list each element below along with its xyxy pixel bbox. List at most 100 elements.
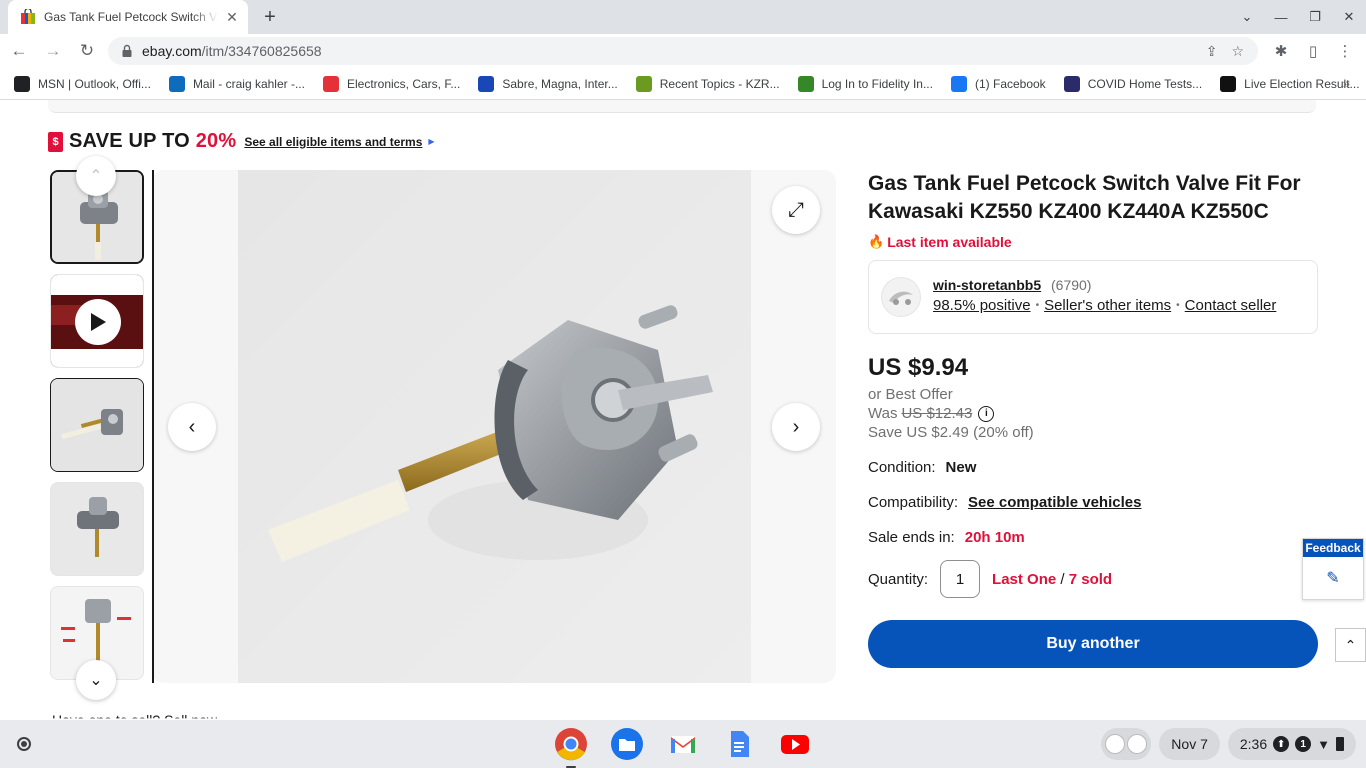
main-product-image[interactable]: ⤢ ‹ › (152, 170, 836, 683)
more-bookmarks-icon[interactable]: » (1343, 76, 1350, 91)
wifi-icon: ▼ (1317, 736, 1330, 752)
feedback-edit-icon: ✎ (1326, 570, 1340, 587)
bookmark-item[interactable]: Log In to Fidelity In... (797, 75, 933, 92)
thumbnail-rail: ⌃ ⌄ (48, 156, 146, 700)
ebay-icon (322, 75, 339, 92)
lock-icon (122, 44, 132, 57)
reload-icon[interactable]: ↻ (72, 36, 102, 66)
sold-count: 7 sold (1068, 570, 1113, 588)
bookmark-star-icon[interactable]: ☆ (1231, 43, 1244, 60)
chrome-icon[interactable] (553, 726, 589, 768)
address-bar[interactable]: ebay.com/itm/334760825658 ⇪ ☆ (108, 37, 1258, 65)
bookmark-label: Sabre, Magna, Inter... (502, 76, 618, 91)
window-controls: ⌄ — ❐ ✕ (1230, 0, 1366, 34)
thumbnail-3[interactable] (50, 378, 144, 472)
compatibility-row: Compatibility: See compatible vehicles (868, 494, 1318, 511)
files-icon[interactable] (609, 726, 645, 762)
tab-close-icon[interactable]: ✕ (224, 9, 240, 25)
petcock-front-thumbnail-icon (51, 483, 143, 575)
tab-title: Gas Tank Fuel Petcock Switch Valve Fit F… (44, 10, 218, 24)
url-path: /itm/334760825658 (201, 43, 322, 59)
buy-another-button[interactable]: Buy another (868, 620, 1318, 668)
extensions-icon[interactable]: ✱ (1270, 40, 1292, 62)
pinned-apps (553, 726, 813, 768)
thumbnail-4[interactable] (50, 482, 144, 576)
savings-text: Save US $2.49 (20% off) (868, 424, 1034, 441)
expand-image-icon[interactable]: ⤢ (772, 186, 820, 234)
bookmark-item[interactable]: Mail - craig kahler -... (168, 75, 305, 92)
seller-links: 98.5% positive • Seller's other items • … (933, 297, 1276, 314)
thumbnail-video[interactable] (50, 274, 144, 368)
outlook-icon (168, 75, 185, 92)
forward-icon[interactable]: → (38, 36, 68, 66)
feedback-widget[interactable]: Feedback ✎ (1302, 538, 1364, 600)
date-pill[interactable]: Nov 7 (1159, 728, 1220, 760)
bookmark-item[interactable]: Electronics, Cars, F... (322, 75, 461, 92)
contact-seller-link[interactable]: Contact seller (1185, 297, 1277, 314)
bookmark-item[interactable]: Recent Topics - KZR... (635, 75, 780, 92)
bookmark-label: (1) Facebook (974, 76, 1046, 91)
gmail-icon[interactable] (665, 726, 701, 762)
bookmark-label: Recent Topics - KZR... (659, 76, 780, 91)
image-viewer-divider (152, 170, 154, 683)
docs-icon[interactable] (721, 726, 757, 762)
urgency-message: 🔥 Last item available (868, 234, 1318, 250)
separator-dot: • (1035, 300, 1040, 311)
bookmark-label: Electronics, Cars, F... (346, 76, 461, 91)
seller-avatar[interactable] (881, 277, 921, 317)
msn-icon (14, 75, 30, 92)
update-icon: ⬆ (1273, 736, 1290, 752)
was-price-row: Was US $12.43 i (868, 405, 1318, 422)
new-tab-icon[interactable]: + (258, 5, 282, 29)
minimize-icon[interactable]: — (1264, 0, 1298, 34)
back-to-top-icon[interactable]: ⌃ (1335, 628, 1366, 662)
compatible-vehicles-link[interactable]: See compatible vehicles (968, 494, 1141, 511)
sale-ends-row: Sale ends in: 20h 10m (868, 529, 1318, 546)
petcock-product-photo (238, 170, 751, 683)
menu-icon[interactable]: ⋮ (1334, 40, 1356, 62)
bookmark-item[interactable]: Sabre, Magna, Inter... (478, 75, 618, 92)
was-label: Was (868, 405, 898, 422)
sell-prompt[interactable]: Have one to sell? Sell now (52, 712, 217, 718)
bookmark-label: Mail - craig kahler -... (192, 76, 305, 91)
seller-positive-link[interactable]: 98.5% positive (933, 297, 1031, 314)
launcher-icon[interactable] (8, 728, 40, 760)
info-icon[interactable]: i (978, 405, 995, 422)
petcock-side-thumbnail-icon (51, 379, 143, 471)
side-panel-icon[interactable]: ▯ (1302, 40, 1324, 62)
omnibox-actions: ⇪ ☆ (1206, 37, 1244, 65)
bookmark-item[interactable]: (1) Facebook (950, 75, 1046, 92)
restore-icon[interactable]: ❐ (1298, 0, 1332, 34)
tab-search-icon[interactable]: ⌄ (1230, 0, 1264, 34)
flame-icon: 🔥 (868, 234, 885, 249)
thumbnails-up-icon[interactable]: ⌃ (76, 156, 116, 196)
quantity-input[interactable]: 1 (940, 560, 981, 598)
seller-other-items-link[interactable]: Seller's other items (1044, 297, 1171, 314)
listing-summary: Gas Tank Fuel Petcock Switch Valve Fit F… (868, 170, 1318, 668)
was-price: US $12.43 (901, 405, 973, 422)
promo-terms-link[interactable]: See all eligible items and terms (244, 135, 422, 149)
youtube-icon[interactable] (777, 726, 813, 762)
promo-banner: $ SAVE UP TO 20% See all eligible items … (48, 130, 435, 153)
wsj-icon (1220, 75, 1237, 92)
seller-name-link[interactable]: win-storetanbb5 (933, 277, 1041, 293)
promo-save-prefix: SAVE UP TO (69, 130, 196, 152)
bookmark-label: COVID Home Tests... (1087, 76, 1203, 91)
back-icon[interactable]: ← (4, 36, 34, 66)
tab-ebay-listing[interactable]: Gas Tank Fuel Petcock Switch Valve Fit F… (8, 0, 248, 34)
bookmarks-bar: MSN | Outlook, Offi... Mail - craig kahle… (0, 68, 1366, 100)
ebay-favicon-icon (21, 9, 35, 24)
thumbnails-down-icon[interactable]: ⌄ (76, 660, 116, 700)
bookmark-item[interactable]: Live Election Result... (1220, 75, 1360, 92)
previous-image-icon[interactable]: ‹ (168, 403, 216, 451)
status-area[interactable]: 2:36 ⬆ 1 ▼ (1227, 728, 1356, 760)
seller-card: win-storetanbb5 (6790) 98.5% positive • … (868, 260, 1318, 334)
condition-label: Condition: (868, 459, 936, 476)
close-window-icon[interactable]: ✕ (1332, 0, 1366, 34)
share-icon[interactable]: ⇪ (1206, 43, 1218, 60)
next-image-icon[interactable]: › (772, 403, 820, 451)
play-icon[interactable] (75, 299, 121, 345)
holding-space-icon[interactable] (1101, 728, 1152, 760)
bookmark-item[interactable]: COVID Home Tests... (1063, 75, 1203, 92)
bookmark-item[interactable]: MSN | Outlook, Offi... (14, 75, 151, 92)
